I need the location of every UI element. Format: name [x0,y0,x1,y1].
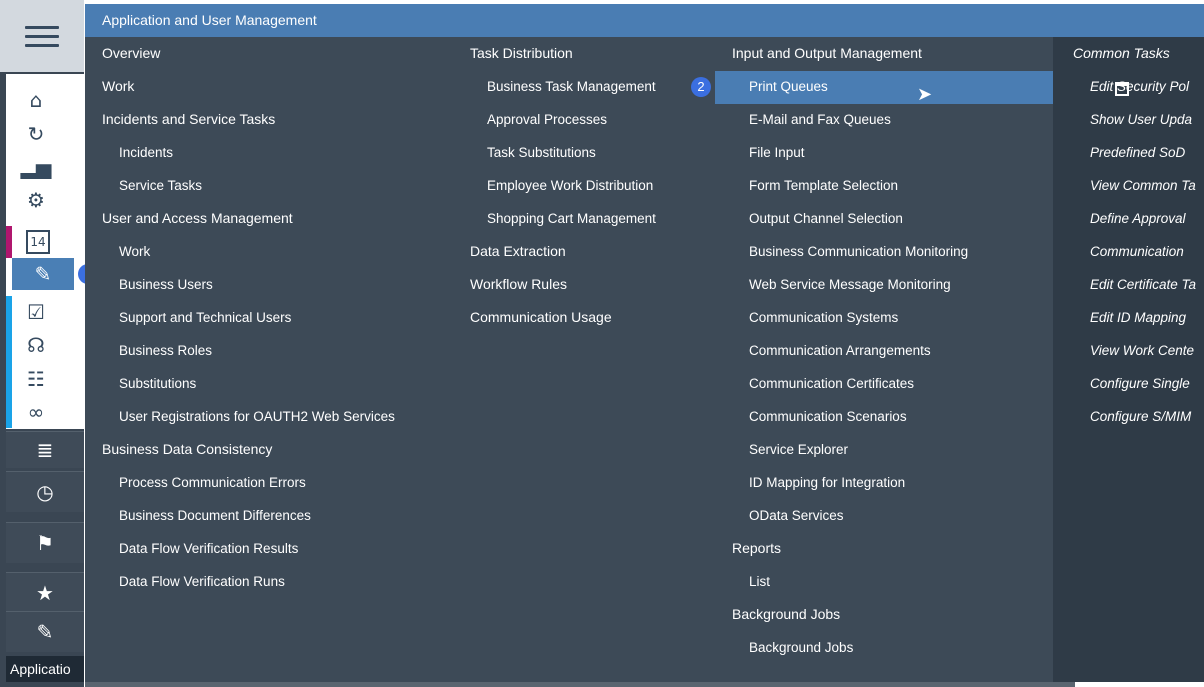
menu-item-list[interactable]: List [749,565,770,598]
favorites-icon[interactable]: ★ [6,572,84,613]
menu-item-id-mapping-for-integration[interactable]: ID Mapping for Integration [749,466,905,499]
menu-item-process-communication-errors[interactable]: Process Communication Errors [119,466,306,499]
menu-item-communication-arrangements[interactable]: Communication Arrangements [749,334,931,367]
menu-item-form-template-selection[interactable]: Form Template Selection [749,169,898,202]
list-icon[interactable]: ≣ [6,431,84,468]
sidebar-current-label: Applicatio [6,656,84,682]
menu-item-data-extraction[interactable]: Data Extraction [470,235,566,268]
common-tasks-panel: Common Tasks Edit Security Pol Show User U… [1053,37,1204,682]
menu-toggle-button[interactable] [0,0,84,72]
menu-item-odata-services[interactable]: OData Services [749,499,844,532]
menu-item-communication-systems[interactable]: Communication Systems [749,301,898,334]
menu-item-show-user-upda[interactable]: Show User Upda [1090,103,1192,136]
menu-item-print-queues[interactable]: Print Queues [749,70,828,103]
menu-item-service-explorer[interactable]: Service Explorer [749,433,848,466]
menu-item-employee-work-distribution[interactable]: Employee Work Distribution [487,169,653,202]
menu-item-reports[interactable]: Reports [732,532,781,565]
menu-item-file-input[interactable]: File Input [749,136,805,169]
calendar-icon[interactable]: 14 [26,230,50,254]
bar-chart-icon[interactable]: ▂▅ [16,151,56,183]
menu-item-common-tasks[interactable]: Common Tasks [1073,37,1170,70]
menu-item-communication-certificates[interactable]: Communication Certificates [749,367,914,400]
menu-item-user-registrations-for-oauth2-web-services[interactable]: User Registrations for OAUTH2 Web Servic… [119,400,395,433]
menu-item-communication[interactable]: Communication [1090,235,1184,268]
menu-item-view-work-cente[interactable]: View Work Cente [1090,334,1194,367]
menu-item-edit-security-pol[interactable]: Edit Security Pol [1090,70,1189,103]
user-edit-icon[interactable]: ✎ [12,258,74,290]
menu-item-business-roles[interactable]: Business Roles [119,334,212,367]
menu-item-business-document-differences[interactable]: Business Document Differences [119,499,311,532]
menu-item-service-tasks[interactable]: Service Tasks [119,169,202,202]
menu-item-business-communication-monitoring[interactable]: Business Communication Monitoring [749,235,968,268]
menu-item-incidents[interactable]: Incidents [119,136,173,169]
flag-icon[interactable]: ⚑ [6,522,84,563]
menu-item-task-distribution[interactable]: Task Distribution [470,37,573,70]
menu-item-shopping-cart-management[interactable]: Shopping Cart Management [487,202,656,235]
menu-item-work[interactable]: Work [119,235,150,268]
binoculars-icon[interactable]: ∞ [16,396,56,428]
menu-item-approval-processes[interactable]: Approval Processes [487,103,607,136]
mouse-cursor-icon: ➤ [917,84,933,105]
menu-item-business-task-management[interactable]: Business Task Management [487,70,656,103]
menu-item-background-jobs[interactable]: Background Jobs [749,631,853,664]
menu-item-input-and-output-management[interactable]: Input and Output Management [732,37,922,70]
menu-item-view-common-ta[interactable]: View Common Ta [1090,169,1196,202]
hamburger-icon [25,20,59,53]
horizontal-scrollbar[interactable] [85,682,1075,687]
menu-item-work[interactable]: Work [102,70,134,103]
menu-item-web-service-message-monitoring[interactable]: Web Service Message Monitoring [749,268,951,301]
menu-item-background-jobs[interactable]: Background Jobs [732,598,840,631]
menu-item-data-flow-verification-results[interactable]: Data Flow Verification Results [119,532,298,565]
menu-item-edit-certificate-ta[interactable]: Edit Certificate Ta [1090,268,1196,301]
section-stripe [6,296,12,428]
checklist-icon[interactable]: ☷ [16,363,56,395]
tag-icon[interactable]: ✎ [6,611,84,652]
step-badge: 2 [691,77,711,97]
sidebar: ⌂↻▂▅⚙14✎☑☊☷∞ 1 ≣◷⚑★✎ Applicatio [0,0,98,687]
headset-icon[interactable]: ☊ [16,329,56,361]
menu-item-user-and-access-management[interactable]: User and Access Management [102,202,293,235]
section-stripe [6,226,12,258]
menu-item-task-substitutions[interactable]: Task Substitutions [487,136,596,169]
menu-item-data-flow-verification-runs[interactable]: Data Flow Verification Runs [119,565,285,598]
menu-item-incidents-and-service-tasks[interactable]: Incidents and Service Tasks [102,103,275,136]
work-center-menu: Application and User Management Overview… [85,4,1204,682]
open-new-window-icon[interactable] [1115,82,1129,96]
menu-item-predefined-sod[interactable]: Predefined SoD [1090,136,1185,169]
menu-item-support-and-technical-users[interactable]: Support and Technical Users [119,301,291,334]
gears-icon[interactable]: ⚙ [16,184,56,216]
menu-item-substitutions[interactable]: Substitutions [119,367,196,400]
menu-item-define-approval[interactable]: Define Approval [1090,202,1186,235]
menu-item-communication-scenarios[interactable]: Communication Scenarios [749,400,907,433]
clock-icon[interactable]: ◷ [6,471,84,512]
menu-item-business-users[interactable]: Business Users [119,268,213,301]
menu-header: Application and User Management [85,4,1204,37]
menu-item-configure-single[interactable]: Configure Single [1090,367,1190,400]
menu-item-overview[interactable]: Overview [102,37,160,70]
refresh-icon[interactable]: ↻ [16,118,56,150]
menu-item-edit-id-mapping[interactable]: Edit ID Mapping [1090,301,1186,334]
menu-item-configure-s-mim[interactable]: Configure S/MIM [1090,400,1191,433]
menu-item-communication-usage[interactable]: Communication Usage [470,301,612,334]
menu-item-workflow-rules[interactable]: Workflow Rules [470,268,567,301]
menu-item-output-channel-selection[interactable]: Output Channel Selection [749,202,903,235]
clipboard-check-icon[interactable]: ☑ [16,296,56,328]
home-icon[interactable]: ⌂ [16,84,56,116]
menu-item-business-data-consistency[interactable]: Business Data Consistency [102,433,272,466]
menu-item-e-mail-and-fax-queues[interactable]: E-Mail and Fax Queues [749,103,891,136]
